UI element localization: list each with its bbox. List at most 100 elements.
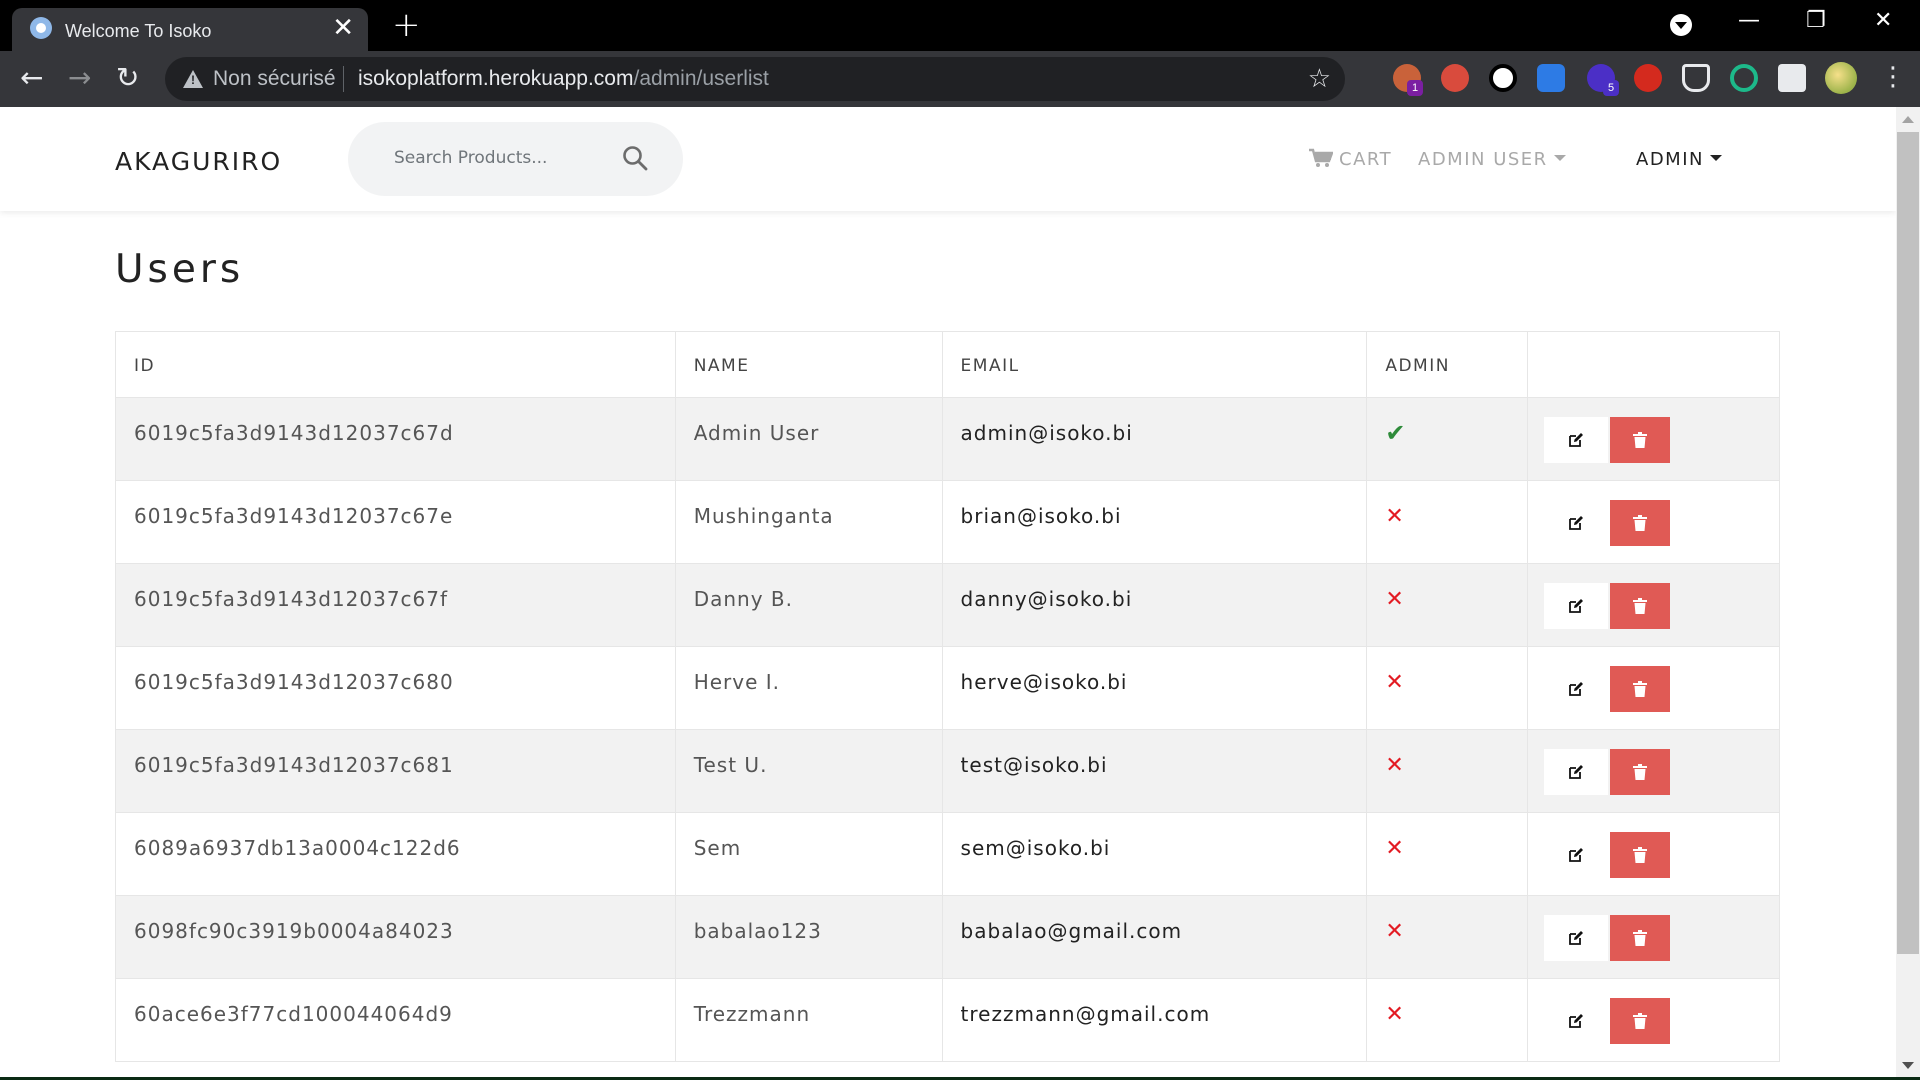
user-email-cell: brian@isoko.bi: [941, 480, 1368, 564]
user-actions-cell: [1527, 895, 1780, 979]
trash-icon: [1633, 681, 1648, 697]
delete-user-button[interactable]: [1610, 666, 1671, 712]
new-tab-button[interactable]: +: [392, 7, 421, 43]
tab-close-icon[interactable]: ✕: [332, 14, 354, 42]
cart-icon: [1309, 148, 1333, 167]
scrollbar-thumb[interactable]: [1897, 132, 1919, 954]
chevron-down-icon: [1553, 155, 1566, 161]
user-id-cell: 6019c5fa3d9143d12037c67d: [115, 397, 676, 481]
trash-icon: [1633, 515, 1648, 531]
minimize-button[interactable]: —: [1738, 6, 1760, 36]
user-name-cell: Herve I.: [674, 646, 943, 730]
browser-tab-strip: Welcome To Isoko ✕ + — ❐ ✕: [0, 0, 1920, 51]
edit-user-button[interactable]: [1544, 832, 1609, 878]
delete-user-button[interactable]: [1610, 832, 1671, 878]
scroll-up-icon[interactable]: [1902, 116, 1914, 123]
user-email-cell: trezzmann@gmail.com: [941, 978, 1368, 1062]
warning-icon[interactable]: [183, 70, 203, 88]
not-secure-label[interactable]: Non sécurisé: [213, 67, 336, 91]
search-box: [348, 122, 683, 196]
browser-menu-icon[interactable]: ⋮: [1880, 60, 1906, 94]
brand-logo[interactable]: AKAGURIRO: [115, 147, 282, 176]
table-header-row: ID NAME EMAIL ADMIN: [115, 331, 1780, 398]
cart-label: CART: [1339, 149, 1393, 170]
user-admin-cell: ✕: [1366, 729, 1529, 813]
url-divider: [343, 66, 344, 92]
delete-user-button[interactable]: [1610, 998, 1671, 1044]
extension-cookie-icon[interactable]: 1: [1393, 64, 1423, 96]
forward-arrow-icon[interactable]: →: [68, 61, 91, 95]
edit-user-button[interactable]: [1544, 749, 1609, 795]
extension-badge: 1: [1407, 80, 1423, 96]
user-actions-cell: [1527, 646, 1780, 730]
edit-icon: [1569, 682, 1584, 696]
delete-user-button[interactable]: [1610, 500, 1671, 546]
edit-icon: [1569, 1014, 1584, 1028]
extension-glasses-icon[interactable]: [1441, 64, 1469, 92]
edit-user-button[interactable]: [1544, 666, 1609, 712]
user-menu-dropdown[interactable]: ADMIN USER: [1418, 149, 1566, 170]
cross-icon: ✕: [1385, 753, 1405, 778]
table-row: 6019c5fa3d9143d12037c67d Admin User admi…: [115, 397, 1780, 481]
back-arrow-icon[interactable]: ←: [20, 61, 43, 95]
delete-user-button[interactable]: [1610, 583, 1671, 629]
user-id-cell: 6089a6937db13a0004c122d6: [115, 812, 676, 896]
user-actions-cell: [1527, 812, 1780, 896]
tab-search-icon[interactable]: [1670, 14, 1692, 36]
page-title: Users: [115, 247, 245, 292]
user-email-cell: admin@isoko.bi: [941, 397, 1368, 481]
user-actions-cell: [1527, 397, 1780, 481]
reload-icon[interactable]: ↻: [116, 61, 139, 95]
admin-menu-dropdown[interactable]: ADMIN: [1636, 149, 1722, 170]
cart-link[interactable]: CART: [1309, 148, 1393, 170]
close-window-button[interactable]: ✕: [1874, 6, 1892, 36]
table-row: 6089a6937db13a0004c122d6 Sem sem@isoko.b…: [115, 812, 1780, 896]
trash-icon: [1633, 598, 1648, 614]
edit-user-button[interactable]: [1544, 915, 1609, 961]
restore-button[interactable]: ❐: [1806, 6, 1826, 36]
edit-user-button[interactable]: [1544, 500, 1609, 546]
cross-icon: ✕: [1385, 836, 1405, 861]
edit-user-button[interactable]: [1544, 998, 1609, 1044]
chevron-down-icon: [1709, 155, 1722, 161]
user-name-cell: Danny B.: [674, 563, 943, 647]
user-name-cell: Sem: [674, 812, 943, 896]
pocket-icon[interactable]: [1682, 64, 1710, 92]
user-actions-cell: [1527, 729, 1780, 813]
user-admin-cell: ✕: [1366, 563, 1529, 647]
extension-sync-icon[interactable]: [1489, 64, 1517, 92]
site-favicon-icon: [30, 17, 52, 39]
extension-puzzle-purple-icon[interactable]: 5: [1587, 64, 1619, 96]
table-row: 6098fc90c3919b0004a84023 babalao123 baba…: [115, 895, 1780, 979]
scroll-down-icon[interactable]: [1902, 1062, 1914, 1069]
search-input[interactable]: [394, 144, 594, 172]
user-admin-cell: ✕: [1366, 480, 1529, 564]
url-text[interactable]: isokoplatform.herokuapp.com/admin/userli…: [358, 67, 769, 91]
user-id-cell: 6019c5fa3d9143d12037c681: [115, 729, 676, 813]
delete-user-button[interactable]: [1610, 749, 1671, 795]
edit-user-button[interactable]: [1544, 583, 1609, 629]
edit-icon: [1569, 516, 1584, 530]
user-email-cell: danny@isoko.bi: [941, 563, 1368, 647]
search-icon[interactable]: [622, 145, 648, 171]
delete-user-button[interactable]: [1610, 915, 1671, 961]
user-admin-cell: ✕: [1366, 978, 1529, 1062]
browser-tab[interactable]: Welcome To Isoko ✕: [12, 8, 368, 51]
extension-fi-icon[interactable]: [1537, 64, 1565, 92]
address-bar[interactable]: Non sécurisé isokoplatform.herokuapp.com…: [165, 57, 1345, 101]
column-header-id: ID: [115, 331, 676, 398]
edit-user-button[interactable]: [1544, 417, 1609, 463]
delete-user-button[interactable]: [1610, 417, 1671, 463]
trash-icon: [1633, 847, 1648, 863]
user-id-cell: 6019c5fa3d9143d12037c680: [115, 646, 676, 730]
bookmark-star-icon[interactable]: ☆: [1308, 64, 1331, 94]
edit-icon: [1569, 433, 1584, 447]
extension-target-icon[interactable]: [1730, 64, 1758, 92]
edit-icon: [1569, 599, 1584, 613]
users-table: ID NAME EMAIL ADMIN 6019c5fa3d9143d12037…: [115, 331, 1780, 1062]
cross-icon: ✕: [1385, 670, 1405, 695]
user-id-cell: 6098fc90c3919b0004a84023: [115, 895, 676, 979]
extension-tomato-icon[interactable]: [1634, 64, 1662, 92]
extensions-puzzle-icon[interactable]: [1778, 64, 1806, 92]
profile-avatar[interactable]: [1825, 62, 1857, 94]
